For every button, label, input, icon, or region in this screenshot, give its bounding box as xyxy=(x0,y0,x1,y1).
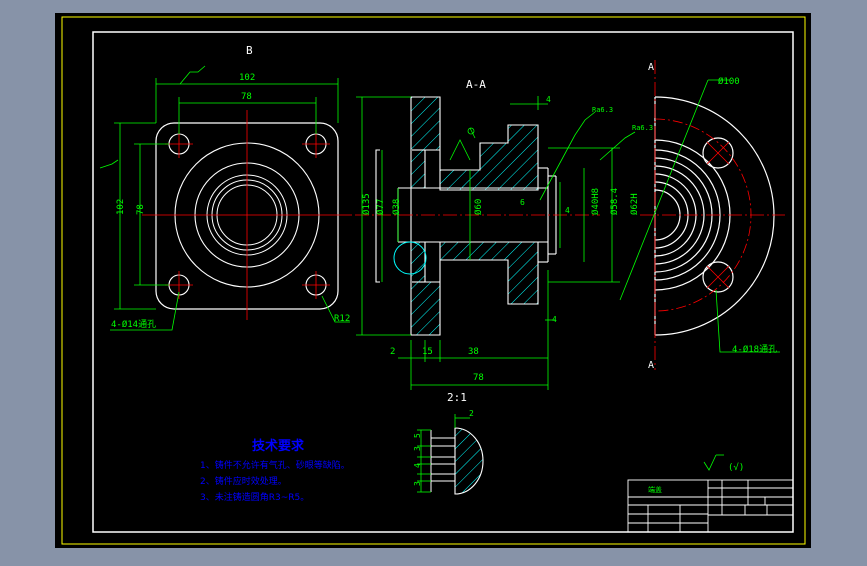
s-dia-58: Ø58.4 xyxy=(609,188,620,215)
d-5: 5 xyxy=(413,433,422,438)
s-roughness-1: Ra6.3 xyxy=(592,106,613,114)
s-len-38: 38 xyxy=(468,347,479,357)
s-dia-77: Ø77 xyxy=(375,199,386,215)
d-top: 2 xyxy=(469,409,474,418)
s-detail-6: 6 xyxy=(520,198,525,207)
b-width-holes: 78 xyxy=(241,92,252,102)
s-right-step: 4 xyxy=(565,206,570,215)
b-height-overall: 102 xyxy=(116,199,126,215)
s-len-15: 15 xyxy=(422,347,433,357)
b-corner-radius: R12 xyxy=(334,314,350,324)
s-dia-40h8: Ø40H8 xyxy=(590,188,601,215)
s-len-2: 2 xyxy=(390,347,395,357)
f-holes-callout: 4-Ø18通孔 xyxy=(732,344,777,355)
cad-viewport: B 102 78 102 78 4-Ø14通孔 R12 A-A Ø135 Ø77… xyxy=(0,0,867,562)
cut-label-bottom: A xyxy=(648,360,654,371)
d-4: 4 xyxy=(413,463,422,468)
note-line-1: 1、铸件不允许有气孔、砂眼等缺陷。 xyxy=(200,459,350,471)
drawing-sheet xyxy=(55,13,811,548)
d-3b: 3 xyxy=(413,481,422,486)
f-dia-100: Ø100 xyxy=(718,76,740,87)
note-line-3: 3、未注铸造圆角R3~R5。 xyxy=(200,491,309,503)
s-roughness-2: Ra6.3 xyxy=(632,124,653,132)
s-dia-60: Ø60 xyxy=(473,199,484,215)
b-width-overall: 102 xyxy=(239,73,255,83)
s-len-78: 78 xyxy=(473,373,484,383)
d-3: 3 xyxy=(413,446,422,451)
note-line-2: 2、铸件应时效处理。 xyxy=(200,475,287,487)
s-dia-62: Ø62H xyxy=(629,193,640,215)
view-b-label: B xyxy=(246,44,253,57)
cut-label-top: A xyxy=(648,62,654,73)
notes-title: 技术要求 xyxy=(252,438,305,454)
section-label: A-A xyxy=(466,78,486,91)
drawing-canvas: B 102 78 102 78 4-Ø14通孔 R12 A-A Ø135 Ø77… xyxy=(55,13,811,548)
surface-symbol: (√) xyxy=(728,462,744,473)
s-dia-38: Ø38 xyxy=(391,199,402,215)
title-block-name: 端盖 xyxy=(648,485,662,494)
detail-scale: 2:1 xyxy=(447,391,467,404)
s-dia-135: Ø135 xyxy=(361,193,372,215)
b-holes-callout: 4-Ø14通孔 xyxy=(111,319,156,330)
s-bottom-step: 4 xyxy=(552,315,557,324)
b-height-holes: 78 xyxy=(136,204,146,215)
s-top-step: 4 xyxy=(546,95,551,104)
